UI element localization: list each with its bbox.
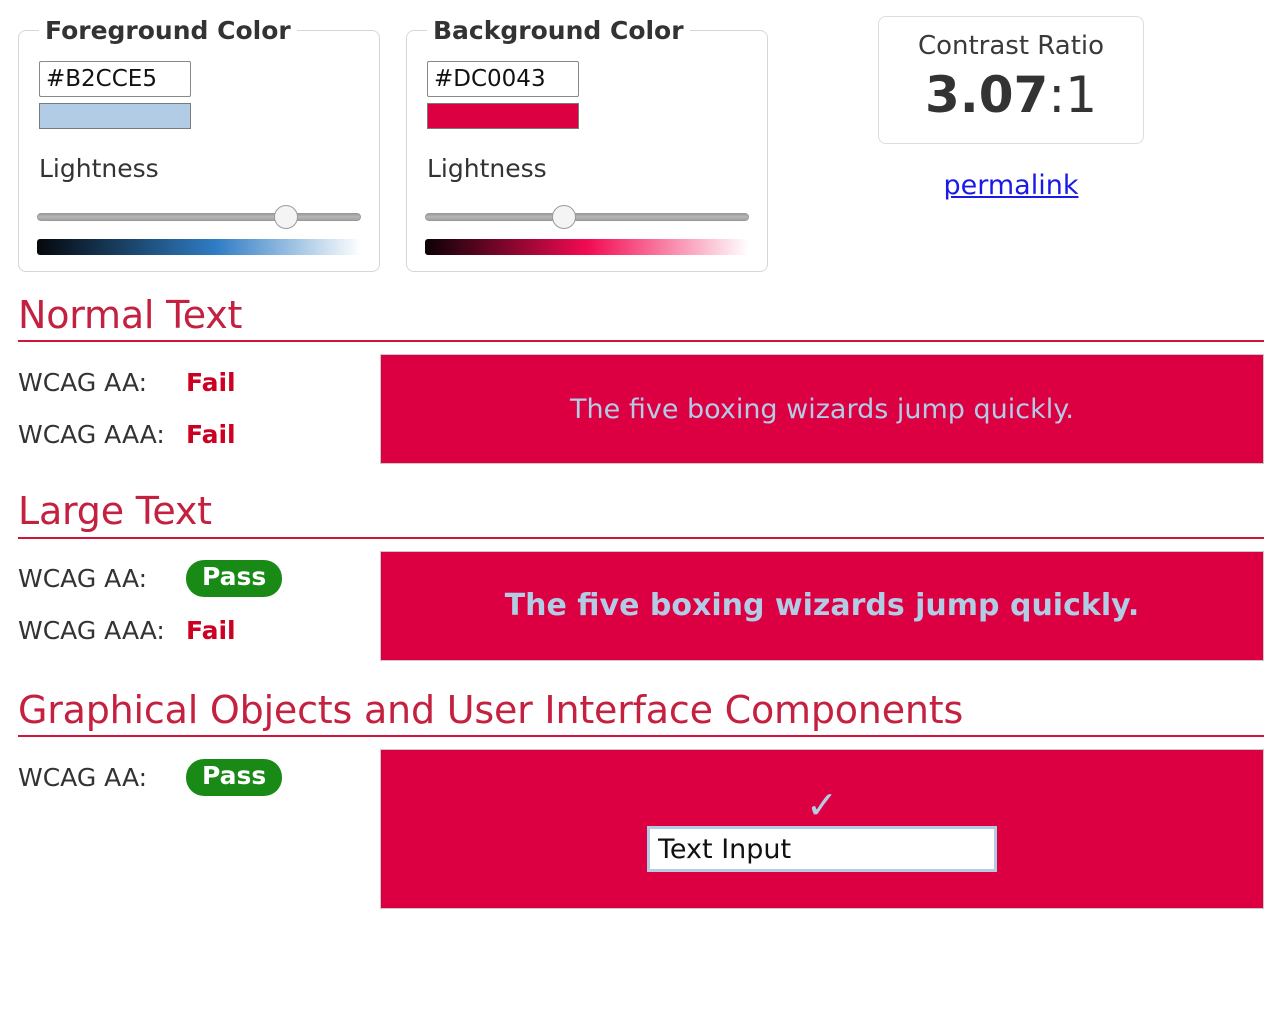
criteria-row: WCAG AAA: Fail — [18, 408, 380, 460]
status-badge: Fail — [186, 616, 236, 646]
sample-text: The five boxing wizards jump quickly. — [570, 393, 1074, 425]
background-color-swatch[interactable] — [427, 103, 579, 129]
section-large-text: Large Text WCAG AA: Pass WCAG AAA: Fail … — [0, 490, 1280, 661]
foreground-slider-track — [37, 212, 361, 221]
sample-preview-graphical-objects: ✓ — [380, 749, 1264, 910]
foreground-panel-legend: Foreground Color — [45, 16, 291, 45]
criteria-list-graphical-objects: WCAG AA: Pass — [18, 749, 380, 803]
criteria-list-normal-text: WCAG AA: Fail WCAG AAA: Fail — [18, 354, 380, 460]
color-controls-row: Foreground Color Lightness Background Co… — [0, 0, 1280, 272]
contrast-ratio-column: Contrast Ratio 3.07:1 permalink — [878, 16, 1144, 201]
section-body-graphical-objects: WCAG AA: Pass ✓ — [18, 749, 1264, 910]
status-badge: Fail — [186, 419, 236, 449]
section-rule-normal-text — [18, 340, 1264, 343]
section-heading-large-text: Large Text — [18, 489, 212, 534]
contrast-ratio-suffix: :1 — [1048, 66, 1098, 125]
criteria-list-large-text: WCAG AA: Pass WCAG AAA: Fail — [18, 551, 380, 657]
background-lightness-gradient — [425, 238, 749, 255]
criteria-label: WCAG AAA: — [18, 419, 165, 449]
criteria-row: WCAG AA: Pass — [18, 751, 380, 803]
foreground-lightness-slider[interactable] — [37, 204, 361, 229]
criteria-label: WCAG AA: — [18, 367, 148, 397]
status-badge: Pass — [186, 758, 283, 796]
background-panel-legend: Background Color — [433, 16, 684, 45]
criteria-label: WCAG AA: — [18, 762, 148, 792]
contrast-ratio-title: Contrast Ratio — [917, 31, 1105, 61]
foreground-slider-thumb[interactable] — [274, 204, 299, 229]
background-slider-track — [425, 212, 749, 221]
criteria-row: WCAG AAA: Fail — [18, 605, 380, 657]
permalink-link[interactable]: permalink — [944, 170, 1079, 201]
section-body-normal-text: WCAG AA: Fail WCAG AAA: Fail The five bo… — [18, 354, 1264, 465]
section-rule-large-text — [18, 536, 1264, 539]
section-body-large-text: WCAG AA: Pass WCAG AAA: Fail The five bo… — [18, 550, 1264, 661]
foreground-color-panel: Foreground Color Lightness — [18, 16, 380, 272]
criteria-row: WCAG AA: Pass — [18, 553, 380, 605]
section-normal-text: Normal Text WCAG AA: Fail WCAG AAA: Fail… — [0, 292, 1280, 465]
foreground-color-swatch[interactable] — [39, 103, 191, 129]
foreground-lightness-gradient — [37, 238, 361, 255]
contrast-ratio-box: Contrast Ratio 3.07:1 — [878, 16, 1144, 145]
background-lightness-slider[interactable] — [425, 204, 749, 229]
criteria-row: WCAG AA: Fail — [18, 356, 380, 408]
status-badge: Pass — [186, 560, 283, 597]
criteria-label: WCAG AAA: — [18, 616, 165, 646]
sample-text: The five boxing wizards jump quickly. — [504, 588, 1140, 624]
contrast-ratio-value: 3.07:1 — [889, 68, 1133, 123]
demo-text-input[interactable] — [647, 826, 997, 873]
background-lightness-label: Lightness — [427, 154, 547, 183]
section-graphical-objects: Graphical Objects and User Interface Com… — [0, 689, 1280, 910]
status-badge: Fail — [186, 367, 236, 397]
section-heading-normal-text: Normal Text — [18, 292, 243, 337]
foreground-lightness-label: Lightness — [39, 154, 159, 183]
foreground-hex-input[interactable] — [39, 61, 191, 97]
background-slider-thumb[interactable] — [552, 204, 577, 229]
sample-preview-large-text: The five boxing wizards jump quickly. — [380, 550, 1264, 661]
criteria-label: WCAG AA: — [18, 564, 148, 594]
section-rule-graphical-objects — [18, 735, 1264, 738]
background-hex-input[interactable] — [427, 61, 579, 97]
checkmark-icon: ✓ — [806, 783, 838, 828]
contrast-ratio-number: 3.07 — [924, 66, 1049, 125]
section-heading-graphical-objects: Graphical Objects and User Interface Com… — [18, 687, 964, 732]
background-color-panel: Background Color Lightness — [406, 16, 768, 272]
sample-preview-normal-text: The five boxing wizards jump quickly. — [380, 354, 1264, 465]
